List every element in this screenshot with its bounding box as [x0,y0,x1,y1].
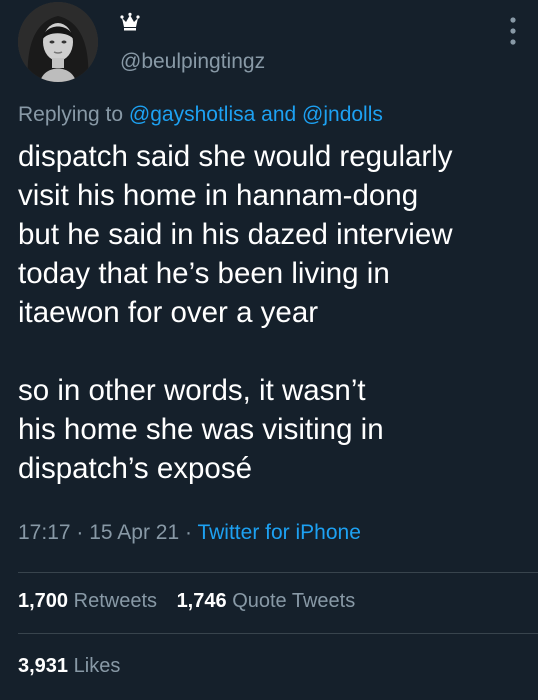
likes-stat[interactable]: 3,931 Likes [18,655,120,678]
reply-joiner: and [261,103,297,126]
reply-user-link[interactable]: @gayshotlisa [129,103,255,126]
retweets-label: Retweets [73,590,157,612]
tweet-meta: 17:17 · 15 Apr 21 · Twitter for iPhone [18,521,361,545]
meta-separator: · [185,521,192,544]
tweet-time[interactable]: 17:17 [18,521,71,544]
divider [18,633,538,634]
reply-context: Replying to @gayshotlisa and @jndolls [18,103,383,127]
retweets-stat[interactable]: 1,700 Retweets [18,590,157,613]
tweet-header: @beulpingtingz [0,0,538,100]
quote-tweets-stat[interactable]: 1,746 Quote Tweets [177,590,356,613]
likes-stats: 3,931 Likes [18,655,134,678]
engagement-stats: 1,700 Retweets 1,746 Quote Tweets [18,590,369,613]
quote-tweets-count: 1,746 [176,590,227,612]
retweets-count: 1,700 [18,590,69,612]
tweet-paragraph: dispatch said she would regularly visit … [18,140,453,329]
user-handle[interactable]: @beulpingtingz [120,50,265,74]
avatar[interactable] [18,2,98,82]
quote-tweets-label: Quote Tweets [232,590,356,612]
meta-separator: · [76,521,84,544]
tweet-paragraph: so in other words, it wasn’t his home sh… [18,374,384,485]
likes-count: 3,931 [18,655,69,677]
tweet-source-link[interactable]: Twitter for iPhone [197,521,360,544]
tweet-date[interactable]: 15 Apr 21 [89,521,179,544]
divider [18,572,538,573]
tweet-text: dispatch said she would regularly visit … [18,137,528,488]
crown-icon [120,12,140,31]
likes-label: Likes [73,655,121,677]
more-options-icon[interactable] [506,14,520,48]
reply-prefix: Replying to [18,103,124,126]
reply-user-link[interactable]: @jndolls [302,103,383,126]
